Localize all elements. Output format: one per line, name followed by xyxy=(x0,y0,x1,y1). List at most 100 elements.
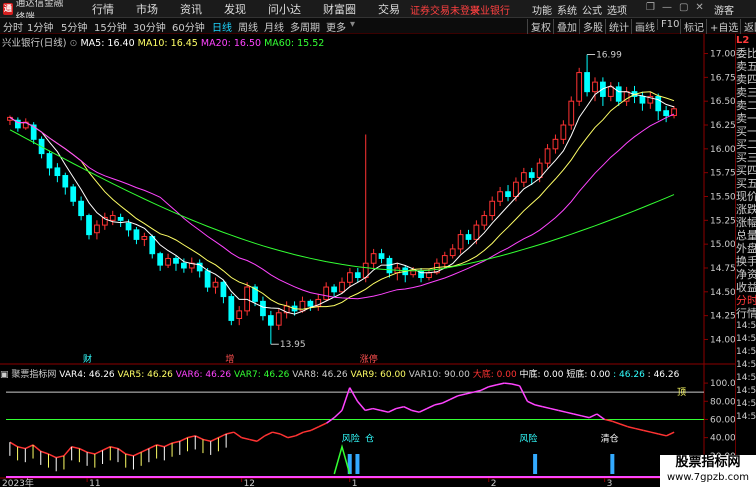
ma10-line xyxy=(9,91,675,310)
indicator-icon[interactable]: ▣ xyxy=(0,370,9,380)
risk-bar xyxy=(533,454,538,474)
stock-name-link[interactable]: 兴业银行 xyxy=(470,2,510,17)
period-60min[interactable]: 60分钟 xyxy=(172,19,205,34)
tool-add-fav[interactable]: +自选 xyxy=(706,19,738,34)
maximize-icon[interactable]: ▢ xyxy=(679,2,688,13)
menu-item-market[interactable]: 行情 xyxy=(92,1,114,17)
quote-panel-row: 14:50 xyxy=(736,360,756,370)
ma-legend-item: MA20: 16.50 xyxy=(197,38,262,49)
menu-item-ask[interactable]: 问小达 xyxy=(268,1,301,17)
period-daily[interactable]: 日线 xyxy=(212,19,232,34)
tool-draw[interactable]: 画线 xyxy=(631,19,655,34)
high-price-label: 16.99 xyxy=(596,50,622,60)
quote-panel-row: 卖五 xyxy=(736,60,756,73)
menu-item-news[interactable]: 资讯 xyxy=(180,1,202,17)
settings-icon[interactable]: ⊙ xyxy=(69,38,77,49)
tool-back[interactable]: 返回 xyxy=(740,19,756,34)
tool-adjust[interactable]: 复权 xyxy=(527,19,551,34)
indicator-segment xyxy=(40,450,49,455)
low-price-label: 13.95 xyxy=(280,340,306,350)
indicator-segment xyxy=(666,431,675,437)
panel-l2-icon[interactable]: L2 xyxy=(736,34,756,47)
indicator-segment xyxy=(164,442,173,448)
indicator-segment xyxy=(658,433,667,437)
candle-body xyxy=(109,215,116,221)
candle-body xyxy=(410,270,417,276)
stock-title: 兴业银行(日线) xyxy=(2,38,67,49)
price-tick-label: 15.25 xyxy=(710,216,735,226)
candle-body xyxy=(236,310,243,319)
period-more[interactable]: 更多 xyxy=(326,19,346,34)
indicator-segment xyxy=(565,411,574,415)
candle-body xyxy=(528,172,535,178)
period-timeshare[interactable]: 分时 xyxy=(3,19,23,34)
period-15min[interactable]: 15分钟 xyxy=(94,19,127,34)
indicator-segment xyxy=(24,444,34,450)
indicator-segment xyxy=(650,431,659,435)
indicator-segment xyxy=(148,444,157,450)
price-tick-label: 14.00 xyxy=(710,335,735,345)
indicator-segment xyxy=(442,398,451,404)
candle-body xyxy=(275,312,282,326)
restore-icon[interactable]: ❐ xyxy=(646,2,655,13)
ma-legend-item: MA10: 16.45 xyxy=(134,38,198,49)
kline-chart[interactable]: 17.00 16.75 16.50 16.25 16.00 15.75 15.50 15.25… xyxy=(0,34,735,487)
price-tick-label: 14.25 xyxy=(710,312,735,322)
menu-formula[interactable]: 公式 xyxy=(582,2,602,17)
price-tick-label: 16.50 xyxy=(710,97,735,107)
tool-mark[interactable]: 标记 xyxy=(680,19,704,34)
menu-options[interactable]: 选项 xyxy=(607,2,627,17)
indicator-segment xyxy=(619,423,629,428)
candle-body xyxy=(560,124,567,140)
menu-item-discover[interactable]: 发现 xyxy=(224,1,246,17)
indicator-segment xyxy=(156,444,165,448)
quote-panel: L2 委比 卖五 卖四 卖三 卖二 卖一 买一 买二 买三 买四 买五 现价 涨跌 涨幅 总量 外盘 换手 净资收… xyxy=(735,34,756,487)
tool-overlay[interactable]: 叠加 xyxy=(553,19,577,34)
menu-system[interactable]: 系统 xyxy=(557,2,577,17)
candle-body xyxy=(370,253,377,264)
indicator-legend-item: VAR9: 60.00 xyxy=(347,370,406,380)
indicator-legend-item: : 46.26 xyxy=(610,370,645,380)
signal-spike xyxy=(333,443,351,475)
indicator-segment xyxy=(272,431,281,435)
period-monthly[interactable]: 月线 xyxy=(264,19,284,34)
quote-panel-row: 外盘 xyxy=(736,242,756,255)
indicator-segment xyxy=(326,417,335,424)
menu-item-wealth[interactable]: 财富圈 xyxy=(323,1,356,17)
candle-body xyxy=(173,257,179,264)
candle-body xyxy=(536,162,543,178)
more-arrow-icon[interactable]: ▾ xyxy=(350,19,355,30)
tool-multi-stock[interactable]: 多股 xyxy=(579,19,603,34)
period-multi[interactable]: 多周期 xyxy=(290,19,320,34)
close-icon[interactable]: ✕ xyxy=(695,2,703,13)
quote-panel-row: 卖二 xyxy=(736,99,756,112)
minimize-icon[interactable]: — xyxy=(662,2,672,13)
tool-stats[interactable]: 统计 xyxy=(605,19,629,34)
candle-body xyxy=(46,153,53,169)
indicator-tick-label: 60.00 xyxy=(710,415,735,425)
risk-bar xyxy=(355,454,360,474)
candle-body xyxy=(117,216,124,221)
indicator-legend-item: : 46.26 xyxy=(644,370,680,380)
candle-body xyxy=(465,234,472,240)
guest-label[interactable]: 游客 xyxy=(714,2,734,17)
indicator-segment xyxy=(310,426,320,432)
candle-body xyxy=(220,281,227,298)
menu-item-markets[interactable]: 市场 xyxy=(136,1,158,17)
indicator-legend-item: VAR5: 46.26 xyxy=(114,370,173,380)
quote-panel-row: 现价 xyxy=(736,190,756,203)
period-weekly[interactable]: 周线 xyxy=(238,19,258,34)
candle-body xyxy=(204,270,211,288)
tool-f10[interactable]: F10 xyxy=(657,19,679,30)
indicator-legend-item: VAR4: 46.26 xyxy=(59,370,115,380)
quote-panel-row: 14:50 xyxy=(736,412,756,422)
menu-function[interactable]: 功能 xyxy=(532,2,552,17)
period-5min[interactable]: 5分钟 xyxy=(61,19,87,34)
menu-item-trade[interactable]: 交易 xyxy=(378,1,400,17)
quote-panel-row: 买五 xyxy=(736,177,756,190)
indicator-legend-item: 大底: 0.00 xyxy=(469,370,517,380)
candle-body xyxy=(267,315,274,326)
indicator-legend-item: VAR8: 46.26 xyxy=(289,370,348,380)
period-30min[interactable]: 30分钟 xyxy=(133,19,166,34)
period-1min[interactable]: 1分钟 xyxy=(27,19,53,34)
